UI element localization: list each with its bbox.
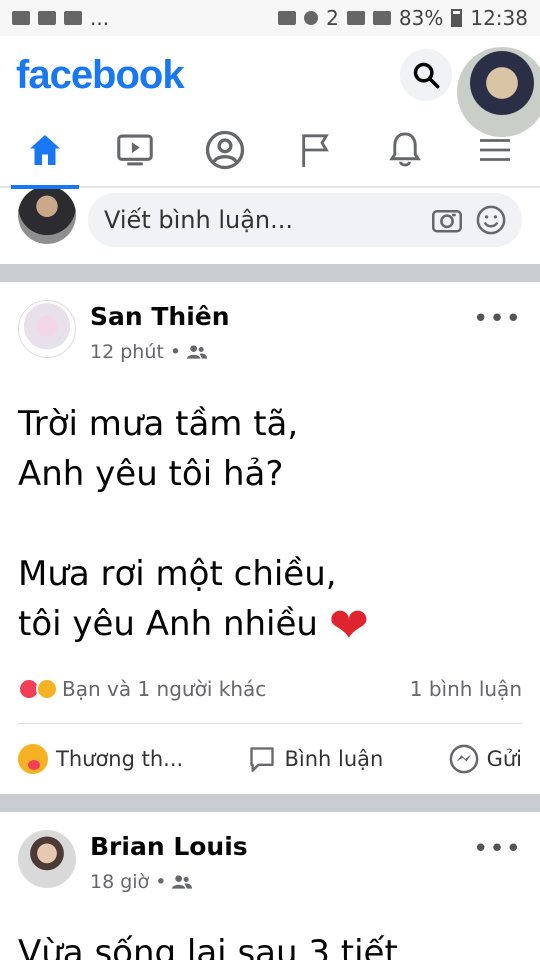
clock: 12:38 xyxy=(470,6,528,30)
signal-icon-2 xyxy=(372,11,391,25)
home-icon xyxy=(30,135,60,165)
meta-separator: • xyxy=(169,341,182,363)
care-emoji-icon xyxy=(18,744,48,774)
facebook-notification-icon xyxy=(38,11,56,25)
sim-indicator: 2 xyxy=(326,6,339,30)
friends-audience-icon xyxy=(187,345,208,359)
author-name[interactable]: San Thiên xyxy=(90,302,230,331)
post-header: Brian Louis 18 giờ • ••• xyxy=(18,812,522,893)
tab-profile[interactable] xyxy=(185,113,265,187)
bell-icon xyxy=(389,132,421,167)
more-notifications: ... xyxy=(90,6,110,30)
author-info: San Thiên 12 phút • xyxy=(90,300,230,363)
status-right: 2 83% 12:38 xyxy=(278,6,528,30)
post-header: San Thiên 12 phút • ••• xyxy=(18,282,522,363)
post: San Thiên 12 phút • ••• Trời mưa tầm tã,… xyxy=(0,282,540,794)
author-name[interactable]: Brian Louis xyxy=(90,832,248,861)
author-avatar[interactable] xyxy=(18,830,76,888)
feed-divider xyxy=(0,264,540,282)
feed-divider xyxy=(0,794,540,812)
care-reaction-icon xyxy=(36,678,58,700)
status-left: ... xyxy=(12,6,109,30)
wifi-icon xyxy=(304,11,319,25)
battery-icon xyxy=(451,9,463,27)
status-bar: ... 2 83% 12:38 xyxy=(0,0,540,36)
author-avatar[interactable] xyxy=(18,300,76,358)
send-label: Gửi xyxy=(486,747,522,771)
reactions-text: Bạn và 1 người khác xyxy=(62,677,267,701)
comment-button[interactable]: Bình luận xyxy=(248,745,383,773)
friends-audience-icon xyxy=(172,875,193,889)
post-content: Vừa sống lại sau 3 tiết xyxy=(18,933,398,960)
post-line: Anh yêu tôi hả? xyxy=(18,454,284,494)
profile-icon xyxy=(205,130,245,170)
messenger-icon xyxy=(449,744,478,774)
author-info: Brian Louis 18 giờ • xyxy=(90,830,248,893)
flag-icon xyxy=(302,134,329,167)
signal-icon xyxy=(346,11,365,25)
video-notification-icon xyxy=(12,11,30,25)
tab-notifications[interactable] xyxy=(365,113,445,187)
facebook-logo[interactable]: facebook xyxy=(16,53,185,98)
reactions-summary: Bạn và 1 người khác 1 bình luận xyxy=(18,677,522,724)
comments-count[interactable]: 1 bình luận xyxy=(410,677,522,701)
youtube-notification-icon xyxy=(64,11,82,25)
post-meta: 12 phút • xyxy=(90,341,230,363)
comment-tools xyxy=(432,205,506,235)
post-line: Trời mưa tầm tã, xyxy=(18,404,299,444)
reactions-left[interactable]: Bạn và 1 người khác xyxy=(18,677,266,701)
meta-separator: • xyxy=(155,871,167,893)
battery-percent: 83% xyxy=(398,6,444,30)
nav-tabs xyxy=(0,113,540,189)
tab-menu[interactable] xyxy=(455,113,535,187)
post: Brian Louis 18 giờ • ••• Vừa sống lại sa… xyxy=(0,812,540,960)
menu-icon xyxy=(480,139,510,161)
user-avatar[interactable] xyxy=(18,186,76,244)
search-button[interactable] xyxy=(400,49,452,101)
comment-label: Bình luận xyxy=(284,747,384,771)
comment-icon xyxy=(250,747,275,772)
camera-icon[interactable] xyxy=(432,207,462,233)
react-label: Thương th... xyxy=(56,747,184,771)
comment-composer: Viết bình luận... xyxy=(0,186,540,252)
heart-emoji: ❤ xyxy=(328,597,369,654)
tab-watch[interactable] xyxy=(95,113,175,187)
tab-home[interactable] xyxy=(5,113,85,189)
video-icon xyxy=(117,134,153,166)
post-line-with-heart: tôi yêu Anh nhiều ❤ xyxy=(18,599,522,651)
emoji-icon[interactable] xyxy=(476,205,506,235)
post-line: Mưa rơi một chiều, xyxy=(18,554,337,594)
cast-icon xyxy=(278,11,297,25)
comment-input[interactable]: Viết bình luận... xyxy=(88,193,522,247)
search-icon xyxy=(413,62,440,89)
post-content: Trời mưa tầm tã, Anh yêu tôi hả? Mưa rơi… xyxy=(18,363,522,663)
comment-placeholder: Viết bình luận... xyxy=(104,206,293,234)
react-button[interactable]: Thương th... xyxy=(18,744,183,774)
tab-pages[interactable] xyxy=(275,113,355,187)
post-meta: 18 giờ • xyxy=(90,871,248,893)
post-line: tôi yêu Anh nhiều xyxy=(18,604,318,644)
post-options-button[interactable]: ••• xyxy=(473,304,522,334)
post-time[interactable]: 18 giờ xyxy=(90,871,149,893)
post-actions: Thương th... Bình luận Gửi xyxy=(18,724,522,794)
send-button[interactable]: Gửi xyxy=(449,744,522,774)
post-time[interactable]: 12 phút xyxy=(90,341,164,363)
app-header: facebook xyxy=(0,36,540,140)
post-options-button[interactable]: ••• xyxy=(473,834,522,864)
